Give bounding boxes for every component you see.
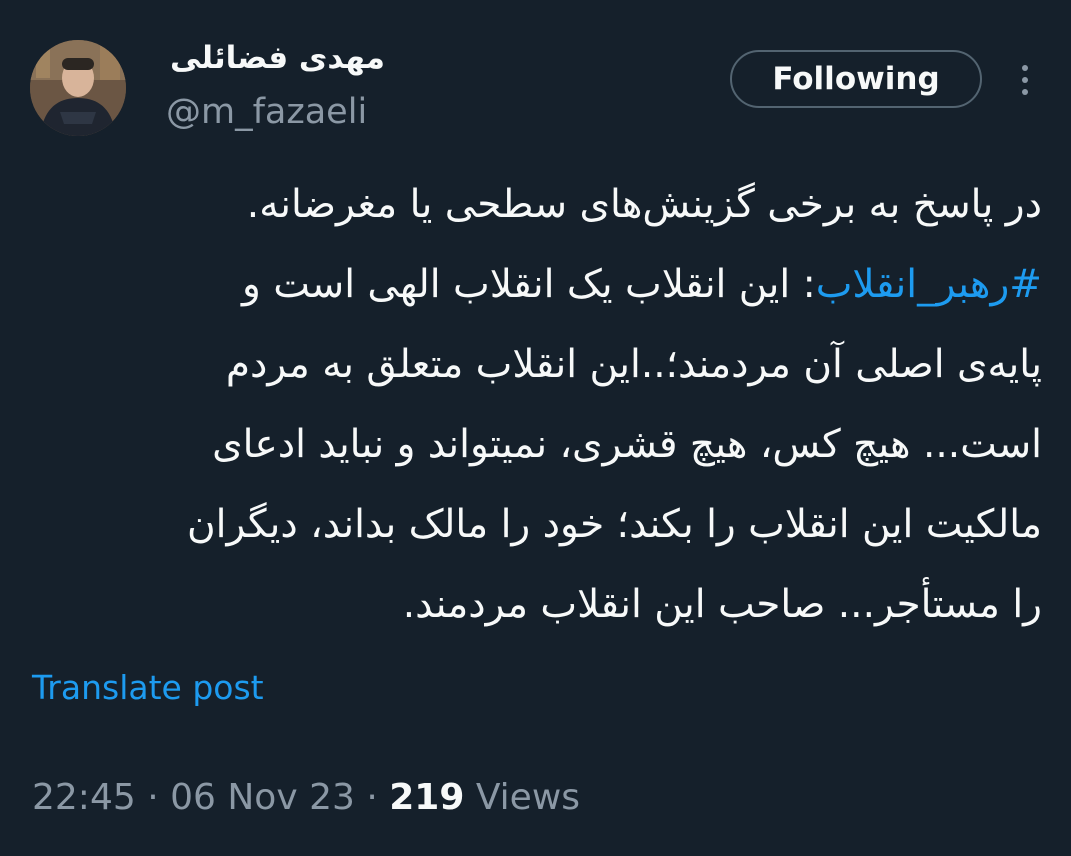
more-vertical-icon[interactable] — [1010, 58, 1040, 102]
avatar-image — [30, 40, 126, 136]
avatar[interactable] — [30, 40, 126, 136]
meta-separator: · — [147, 777, 159, 818]
tweet-text: در پاسخ به برخی گزینش‌های سطحی یا مغرضان… — [30, 165, 1042, 645]
dot — [1022, 89, 1028, 95]
tweet-line: پایه‌ی اصلی آن مردمند؛..این انقلاب متعلق… — [225, 342, 1042, 387]
tweet-time[interactable]: 22:45 — [32, 777, 136, 818]
views-count: 219 — [389, 777, 465, 818]
tweet-line: را مستأجر... صاحب این انقلاب مردمند. — [402, 582, 1042, 627]
tweet-line: #رهبر_انقلاب: این انقلاب یک انقلاب الهی … — [30, 245, 1042, 325]
hashtag-link[interactable]: #رهبر_انقلاب — [816, 262, 1042, 307]
translate-post-link[interactable]: Translate post — [32, 668, 264, 707]
following-button[interactable]: Following — [730, 50, 982, 108]
dot — [1022, 77, 1028, 83]
views-label: Views — [475, 777, 581, 818]
meta-separator: · — [366, 777, 378, 818]
tweet-card: مهدی فضائلی @m_fazaeli Following در پاسخ… — [0, 0, 1071, 856]
tweet-line: مالکیت این انقلاب را بکند؛ خود را مالک ب… — [187, 502, 1042, 547]
tweet-line: است... هیچ کس، هیچ قشری، نمیتواند و نبای… — [212, 422, 1042, 467]
tweet-line-text: : این انقلاب یک انقلاب الهی است و — [242, 262, 816, 307]
dot — [1022, 65, 1028, 71]
author-handle[interactable]: @m_fazaeli — [166, 92, 367, 132]
tweet-meta: 22:45 · 06 Nov 23 · 219 Views — [32, 777, 580, 818]
tweet-date[interactable]: 06 Nov 23 — [170, 777, 355, 818]
tweet-line: در پاسخ به برخی گزینش‌های سطحی یا مغرضان… — [246, 182, 1042, 227]
author-display-name[interactable]: مهدی فضائلی — [170, 40, 385, 76]
